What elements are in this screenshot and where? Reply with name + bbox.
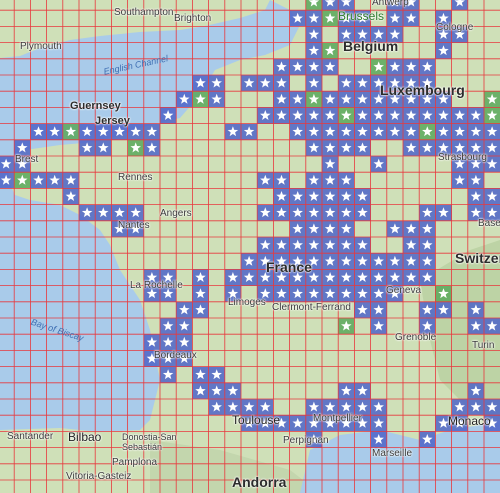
map-view[interactable]: Southampton Brighton Antwerp Brussels Be… (0, 0, 500, 493)
grid-overlay (0, 0, 500, 493)
